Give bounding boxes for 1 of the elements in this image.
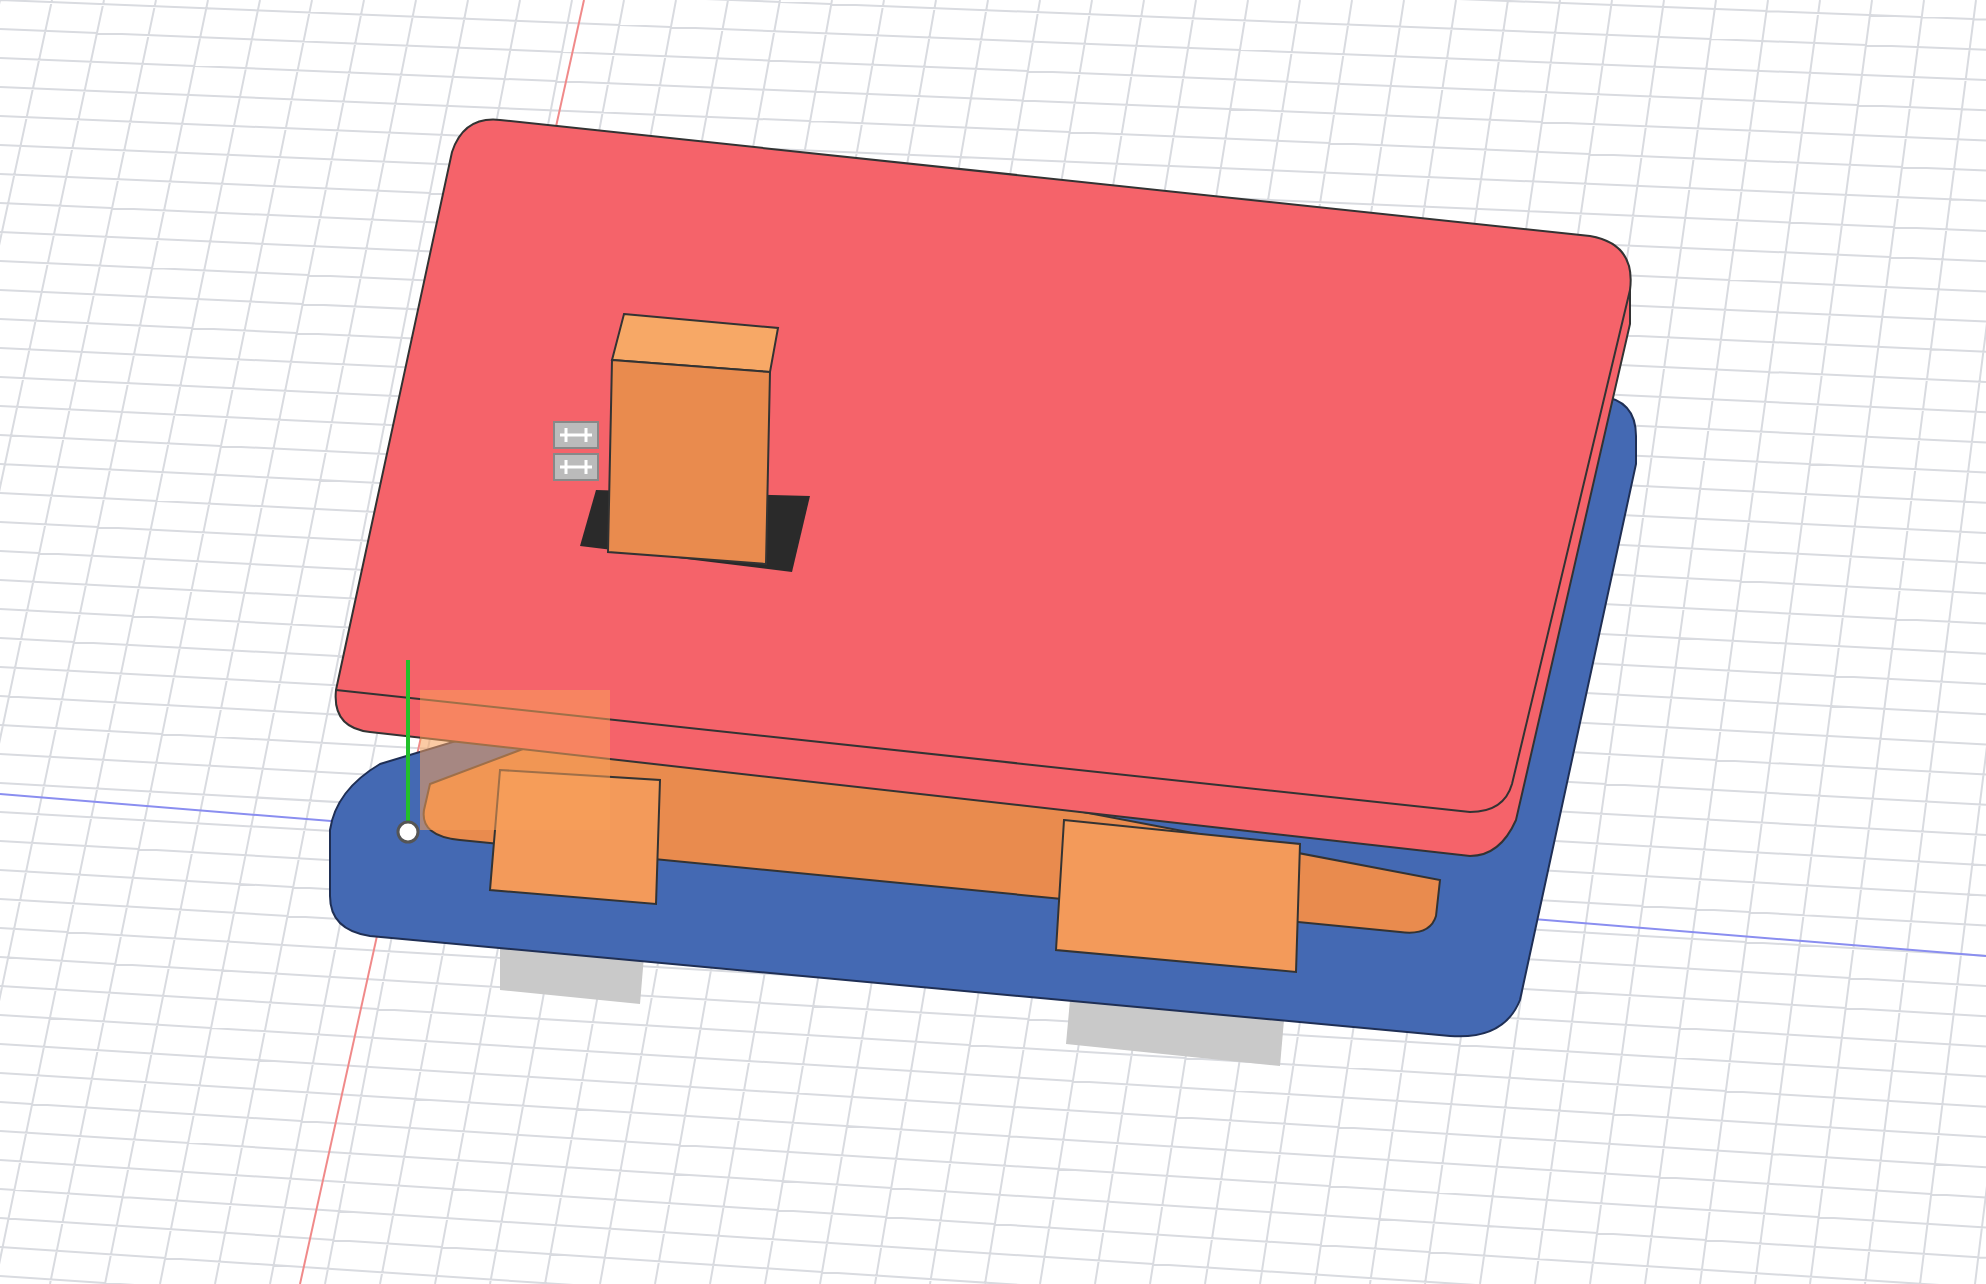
joint-icon xyxy=(553,421,599,481)
